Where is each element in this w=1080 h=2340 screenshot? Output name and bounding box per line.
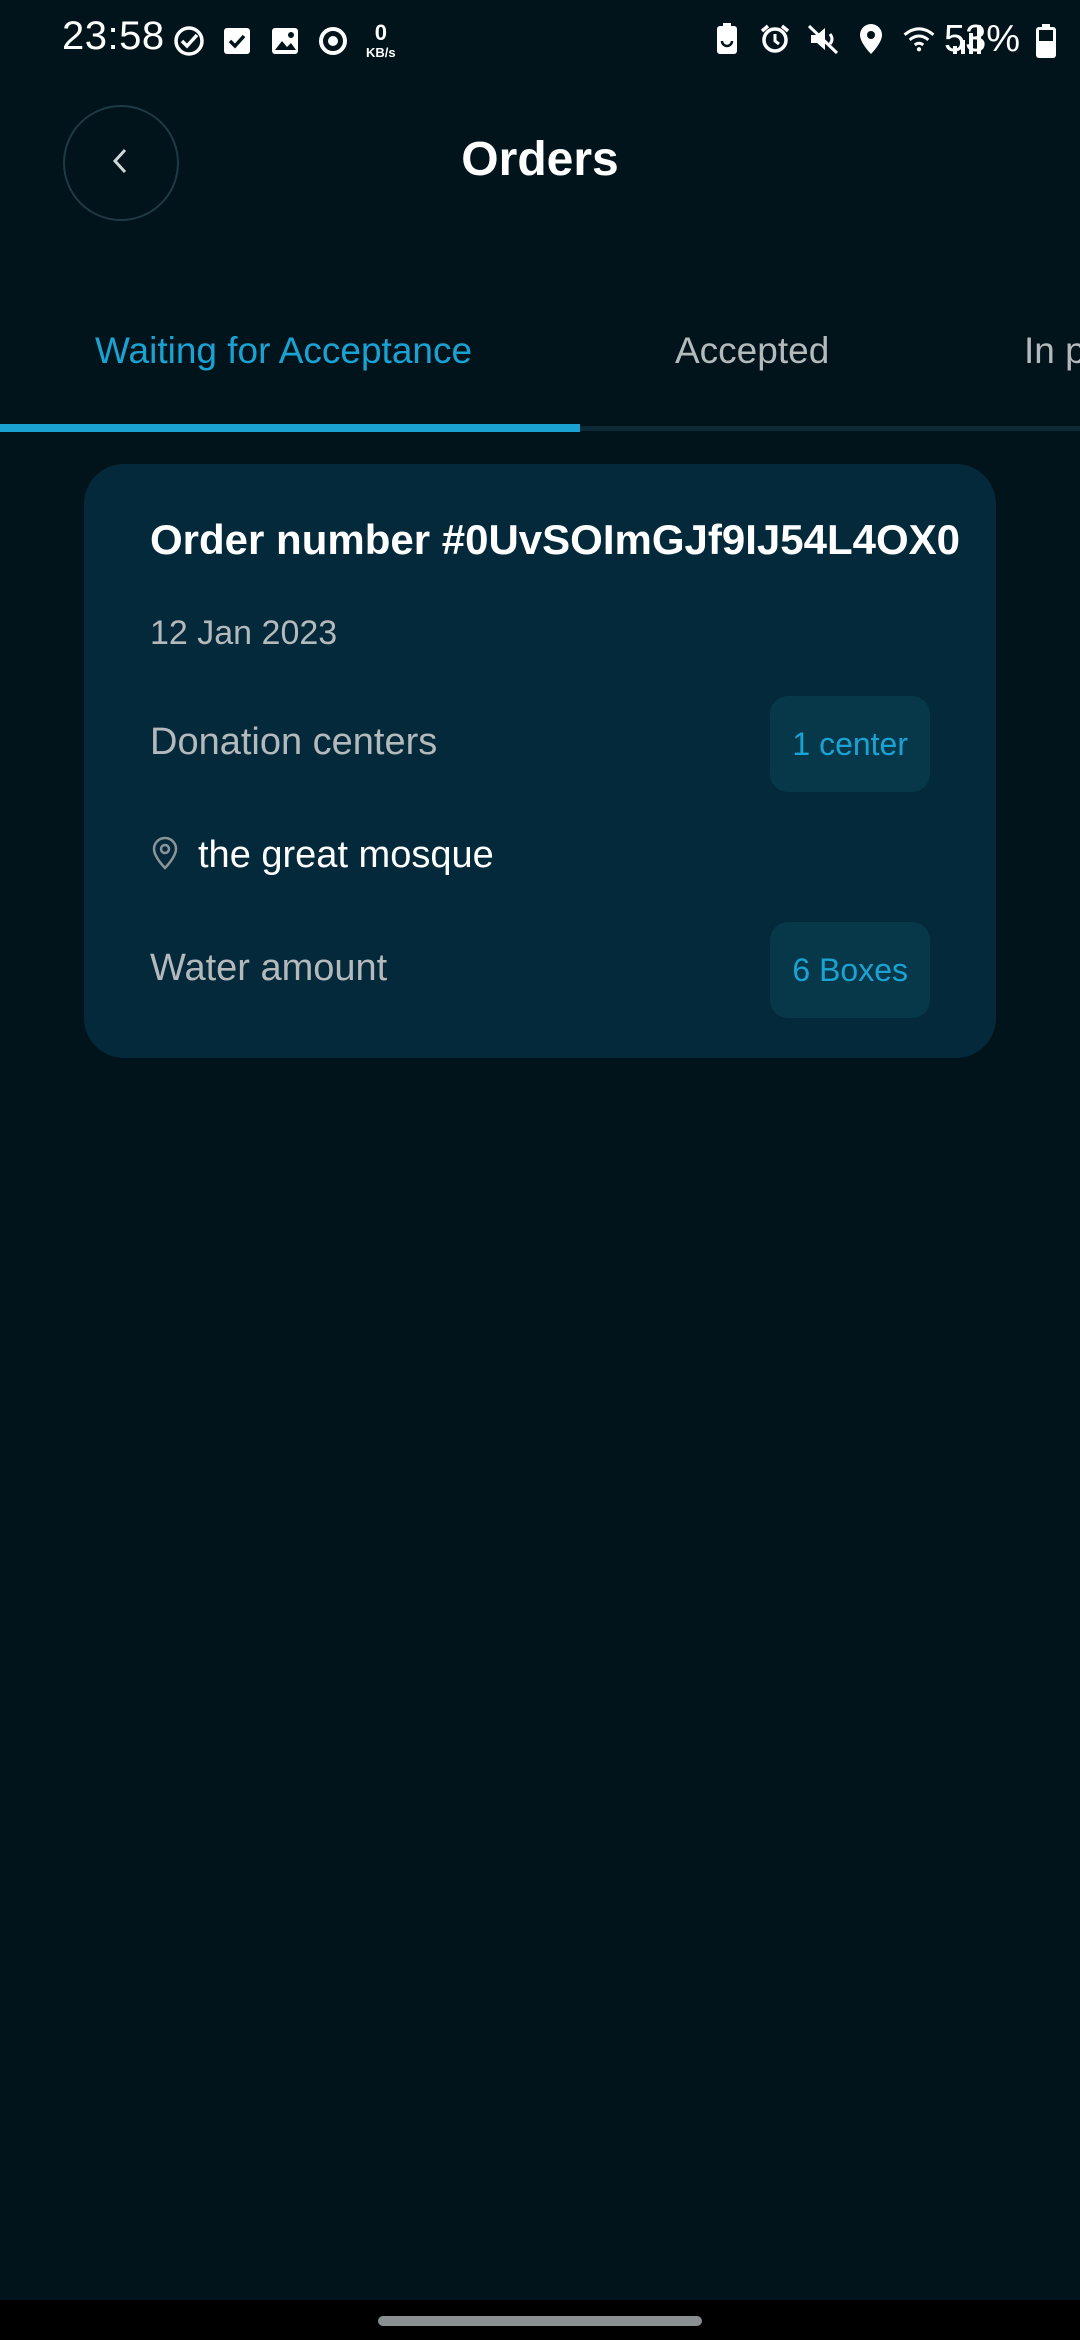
battery-percent: 53% <box>943 18 1020 60</box>
water-amount-badge: 6 Boxes <box>770 922 930 1018</box>
order-status-tabs: Waiting for Acceptance Accepted In p <box>0 300 1080 435</box>
alarm-icon <box>758 22 792 56</box>
donation-centers-label: Donation centers <box>150 721 438 763</box>
status-left-icons: 0 KB/s <box>172 22 396 59</box>
status-right-icons <box>710 22 984 56</box>
net-speed-indicator: 0 KB/s <box>366 20 396 60</box>
checkbox-icon <box>220 24 254 58</box>
order-card[interactable]: Order number #0UvSOImGJf9IJ54L4OX0 12 Ja… <box>84 464 996 1058</box>
sync-icon <box>316 24 350 58</box>
tab-waiting-for-acceptance[interactable]: Waiting for Acceptance <box>95 330 472 372</box>
mute-icon <box>806 22 840 56</box>
wifi-icon <box>902 22 936 56</box>
status-bar: 23:58 0 KB/s 53% <box>0 0 1080 80</box>
page-title: Orders <box>461 133 619 186</box>
active-tab-indicator <box>0 424 580 432</box>
battery-saver-icon <box>710 22 744 56</box>
check-circle-icon <box>172 24 206 58</box>
image-icon <box>268 24 302 58</box>
battery-icon <box>1036 24 1056 58</box>
centers-count-badge: 1 center <box>770 696 930 792</box>
net-speed-value: 0 <box>374 20 387 45</box>
net-speed-unit: KB/s <box>366 45 396 60</box>
water-amount-label: Water amount <box>150 947 388 989</box>
location-row: the great mosque <box>150 834 494 877</box>
home-indicator[interactable] <box>378 2316 702 2326</box>
location-pin-icon <box>150 835 180 876</box>
location-icon <box>854 22 888 56</box>
order-number: Order number #0UvSOImGJf9IJ54L4OX0 <box>150 516 960 563</box>
order-date: 12 Jan 2023 <box>150 614 338 652</box>
tab-accepted[interactable]: Accepted <box>675 330 829 372</box>
location-name: the great mosque <box>198 834 494 876</box>
status-time: 23:58 <box>62 14 165 58</box>
tab-in-progress[interactable]: In p <box>1024 330 1080 372</box>
